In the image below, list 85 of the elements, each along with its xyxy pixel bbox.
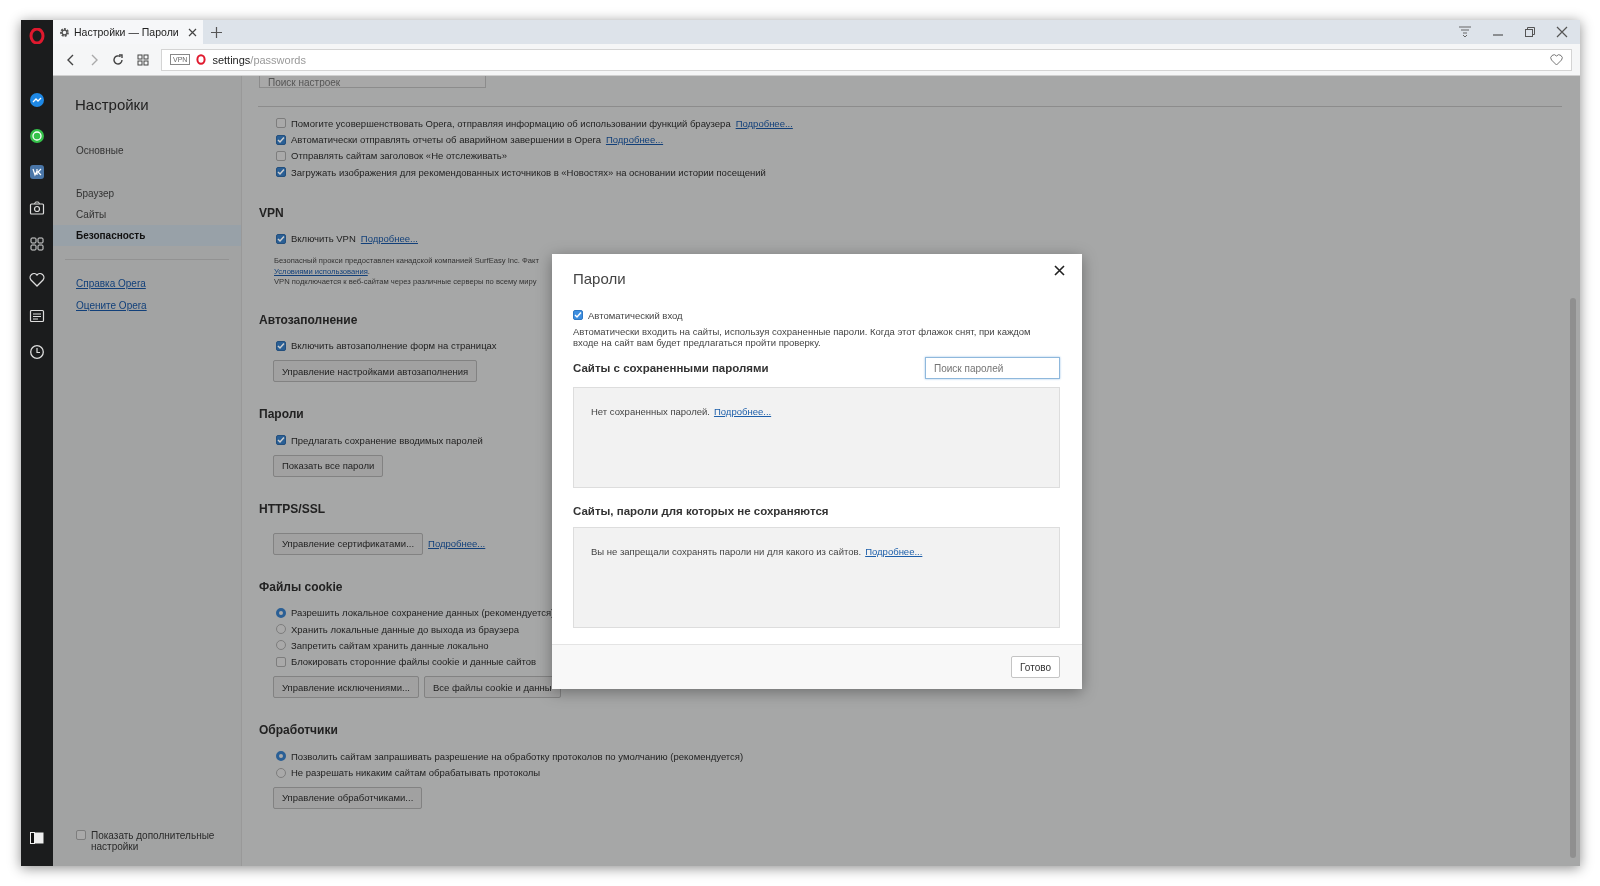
opera-logo-icon <box>196 54 207 65</box>
checkbox[interactable] <box>276 340 286 351</box>
close-icon[interactable] <box>1054 265 1065 276</box>
checkbox[interactable] <box>276 656 286 667</box>
url-text: settings/passwords <box>212 53 306 66</box>
grid-icon[interactable] <box>137 53 149 66</box>
checkbox-label: Включить автозаполнение форм на страницах <box>291 340 497 352</box>
section-heading: Обработчики <box>259 722 338 739</box>
grid-icon[interactable] <box>29 236 45 252</box>
more-link[interactable]: Подробнее... <box>428 538 486 549</box>
radio-button[interactable] <box>276 767 286 778</box>
scrollbar[interactable] <box>1570 298 1576 858</box>
checkbox[interactable] <box>276 167 286 178</box>
checkbox-label: Показать дополнительные настройки <box>91 830 216 852</box>
settings-button[interactable]: Управление настройками автозаполнения <box>273 360 478 383</box>
radio-button[interactable] <box>276 624 286 635</box>
done-button[interactable]: Готово <box>1011 656 1060 678</box>
opera-logo-icon[interactable] <box>29 28 45 44</box>
nav-link[interactable]: Справка Opera <box>53 273 241 295</box>
section-heading: Сайты, пароли для которых не сохраняются <box>573 505 829 517</box>
search-field[interactable]: Поиск настроек <box>259 76 486 88</box>
checkbox-label: Помогите усовершенствовать Opera, отправляя информацию об использовании функций браузера <box>291 117 731 129</box>
checkbox[interactable] <box>276 435 286 446</box>
checkbox-label: Автоматический вход <box>588 309 683 321</box>
radio-label: Разрешить локальное сохранение данных (рекомендуется) <box>291 607 555 619</box>
new-tab-icon[interactable] <box>211 26 222 38</box>
dialog-title: Пароли <box>573 270 627 287</box>
empty-text: Вы не запрещали сохранять пароли ни для какого из сайтов. <box>591 546 862 557</box>
settings-button[interactable]: Управление исключениями... <box>273 676 419 699</box>
checkbox-label: Загружать изображения для рекомендованных источников в «Новостях» на основании истории посещений <box>291 166 766 178</box>
checkbox-label: Отправлять сайтам заголовок «Не отслеживать» <box>291 150 507 162</box>
more-link[interactable]: Подробнее... <box>713 406 772 417</box>
section-heading: Автозаполнение <box>259 311 358 328</box>
gear-icon <box>59 26 70 38</box>
radio-button[interactable] <box>276 607 286 618</box>
more-link[interactable]: Подробнее... <box>865 546 923 557</box>
empty-text: Нет сохраненных паролей. <box>591 406 710 417</box>
checkbox-label: Блокировать сторонние файлы cookie и данные сайтов <box>291 656 537 668</box>
sidebar-toggle-icon[interactable] <box>30 832 44 844</box>
settings-button[interactable]: Все файлы cookie и данны <box>423 676 561 699</box>
clock-icon[interactable] <box>29 344 45 360</box>
restore-icon[interactable] <box>1524 26 1536 38</box>
news-icon[interactable] <box>29 308 45 324</box>
checkbox[interactable] <box>276 134 286 145</box>
more-link[interactable]: Подробнее... <box>735 117 793 129</box>
radio-label: Не разрешать никаким сайтам обрабатывать протоколы <box>291 767 541 779</box>
radio-label: Хранить локальные данные до выхода из браузера <box>291 623 520 635</box>
settings-button[interactable]: Показать все пароли <box>273 454 384 477</box>
radio-label: Позволить сайтам запрашивать разрешение на обработку протоколов по умолчанию (рекомендуется) <box>291 750 744 762</box>
settings-button[interactable]: Управление сертификатами... <box>273 532 424 555</box>
vk-icon[interactable] <box>29 164 45 180</box>
settings-button[interactable]: Управление обработчиками... <box>273 786 423 809</box>
section-heading: HTTPS/SSL <box>259 500 325 517</box>
checkbox[interactable] <box>276 233 286 244</box>
nav-item[interactable]: Основные <box>53 140 241 161</box>
back-icon[interactable] <box>66 53 76 66</box>
camera-icon[interactable] <box>29 200 45 216</box>
section-heading: Файлы cookie <box>259 578 343 595</box>
more-link[interactable]: Подробнее... <box>360 233 418 245</box>
reload-icon[interactable] <box>112 53 124 66</box>
section-heading: Сайты с сохраненными паролями <box>573 362 769 374</box>
section-heading: VPN <box>259 204 284 221</box>
search-field[interactable]: Поиск паролей <box>925 357 1060 379</box>
checkbox[interactable] <box>276 118 286 129</box>
section-heading: Пароли <box>259 406 304 423</box>
checkbox-label: Автоматически отправлять отчеты об аварийном завершении в Opera <box>291 134 601 146</box>
radio-button[interactable] <box>276 751 286 762</box>
browser-tab[interactable]: Настройки — Пароли <box>53 20 203 44</box>
checkbox-label: Предлагать сохранение вводимых паролей <box>291 434 483 446</box>
settings-title: Настройки <box>74 96 150 113</box>
nav-item[interactable]: Сайты <box>53 204 241 225</box>
radio-button[interactable] <box>276 640 286 651</box>
nav-link[interactable]: Оцените Opera <box>53 295 241 317</box>
more-link[interactable]: Подробнее... <box>605 134 664 146</box>
close-icon[interactable] <box>188 27 197 37</box>
tab-menu-icon[interactable] <box>1458 26 1472 38</box>
nav-item[interactable]: Браузер <box>53 183 241 204</box>
checkbox[interactable] <box>276 150 286 161</box>
radio-label: Запретить сайтам хранить данные локально <box>291 640 489 651</box>
description-text: Автоматически входить на сайты, используя сохраненные пароли. Когда этот флажок снят, при каждом входе на сайт вам будет предлагаться пройти проверку. <box>573 326 1032 348</box>
messenger-icon[interactable] <box>29 92 45 108</box>
nav-item[interactable]: Безопасность <box>53 225 241 246</box>
checkbox-label: Включить VPN <box>291 233 356 245</box>
checkbox[interactable] <box>573 310 583 320</box>
checkbox[interactable] <box>76 830 86 840</box>
